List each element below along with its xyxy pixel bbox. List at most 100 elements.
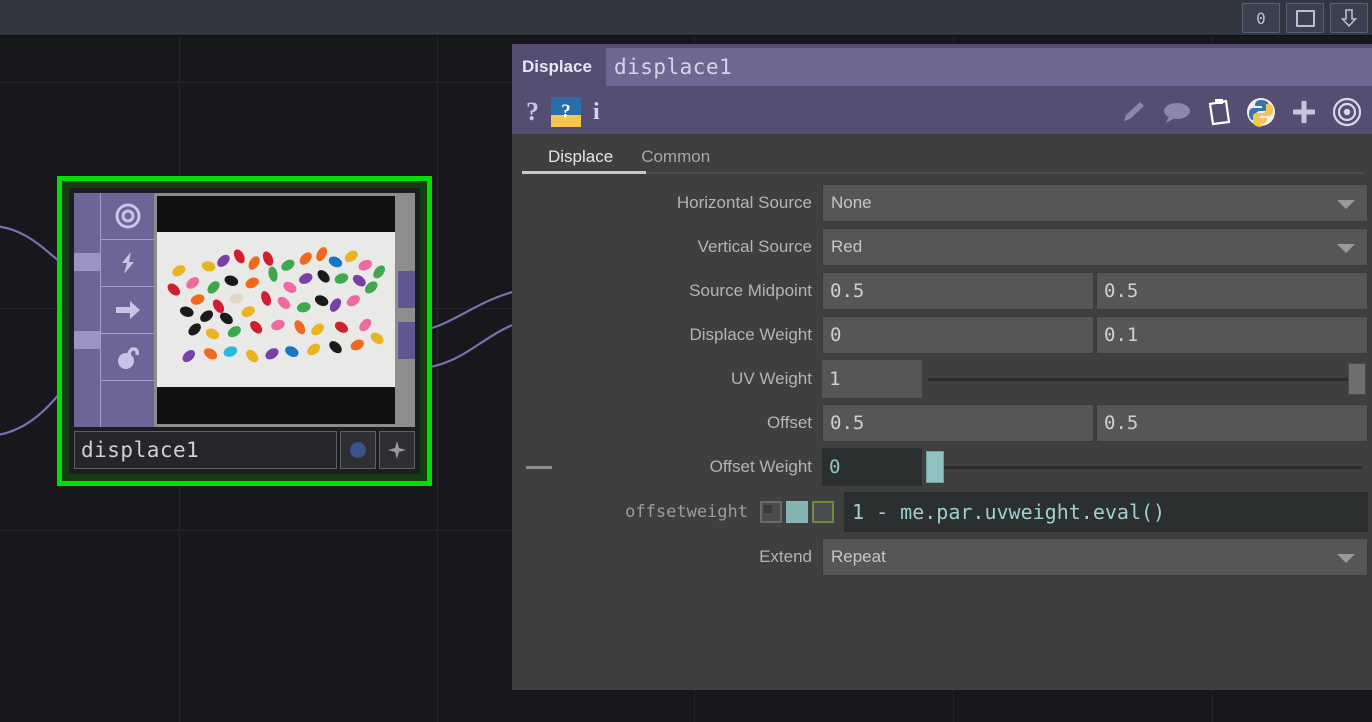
tab-common[interactable]: Common [627, 147, 724, 174]
clone-icon[interactable] [101, 334, 154, 381]
param-row-source-midpoint: Source Midpoint 0.5 0.5 [512, 272, 1372, 310]
operator-name-field[interactable]: displace1 [605, 48, 1372, 86]
uv-weight-field[interactable]: 1 [822, 360, 922, 398]
menu-value: None [831, 193, 872, 212]
render-icon[interactable] [101, 287, 154, 334]
node-selection-border: displace1 [62, 181, 427, 481]
param-row-offset: Offset 0.5 0.5 [512, 404, 1372, 442]
node-output-nub-1[interactable] [398, 271, 415, 308]
node-output-connectors[interactable] [398, 193, 415, 427]
node-name-field[interactable]: displace1 [74, 431, 337, 469]
parameter-mode-buttons [760, 501, 834, 523]
chevron-down-icon [1337, 244, 1355, 253]
viewer-icon[interactable] [101, 193, 154, 240]
parameter-rows: Horizontal Source None Vertical Source R… [512, 174, 1372, 576]
node-displace1[interactable]: displace1 [57, 176, 432, 486]
active-tab-underline [522, 171, 646, 174]
tabs-rule [522, 172, 1364, 174]
chevron-down-icon [1337, 554, 1355, 563]
param-row-displace-weight: Displace Weight 0 0.1 [512, 316, 1372, 354]
node-viewer[interactable] [154, 193, 398, 427]
node-flag-slot [74, 271, 100, 331]
param-label: Source Midpoint [689, 281, 812, 300]
node-flag-slot [74, 349, 100, 409]
expression-field[interactable]: 1 - me.par.uvweight.eval() [844, 492, 1368, 532]
offset-weight-slider[interactable] [922, 448, 1368, 486]
arrow-down-icon[interactable] [1330, 3, 1368, 33]
node-output-nub-2[interactable] [398, 322, 415, 359]
displace-weight-field-1[interactable]: 0 [822, 316, 1094, 354]
operator-type-label: Displace [522, 57, 592, 76]
slider-track [928, 466, 1362, 469]
node-body: displace1 [69, 188, 420, 474]
chevron-down-icon [1337, 200, 1355, 209]
param-row-vertical-source: Vertical Source Red [512, 228, 1372, 266]
window-square-icon[interactable] [1286, 3, 1324, 33]
constant-mode-icon[interactable] [760, 501, 782, 523]
node-input-connectors[interactable] [74, 193, 100, 427]
param-label: Displace Weight [689, 325, 812, 344]
displace-weight-field-2[interactable]: 0.1 [1096, 316, 1368, 354]
wiki-help-label: ? [561, 101, 571, 122]
node-footer: displace1 [74, 431, 415, 469]
comment-icon[interactable] [1162, 100, 1192, 124]
python-icon[interactable] [1246, 97, 1276, 127]
parameter-panel: Displace displace1 ? ? i Displace Common… [512, 44, 1372, 690]
slider-handle[interactable] [926, 451, 944, 483]
wiki-help-icon[interactable]: ? [551, 97, 581, 127]
menu-value: Red [831, 237, 863, 256]
help-icon[interactable]: ? [526, 99, 539, 125]
offset-field-2[interactable]: 0.5 [1096, 404, 1368, 442]
param-label: Extend [759, 547, 812, 566]
node-input-nub-1[interactable] [74, 253, 100, 271]
node-flag-slot [74, 193, 100, 253]
horizontal-source-menu[interactable]: None [822, 184, 1368, 222]
offset-weight-field[interactable]: 0 [822, 448, 922, 486]
touchdesigner-window: 0 displace1 Displace displace1 ? ? i Dis… [0, 0, 1372, 722]
expression-mode-icon[interactable] [786, 501, 808, 523]
extend-menu[interactable]: Repeat [822, 538, 1368, 576]
parameter-toolbar: ? ? i [512, 90, 1372, 134]
uv-weight-slider[interactable] [922, 360, 1368, 398]
parameter-tabs: Displace Common [512, 134, 1372, 174]
node-main [74, 193, 415, 427]
param-label: UV Weight [731, 369, 812, 388]
collapse-toggle-icon[interactable] [526, 465, 552, 469]
clipboard-icon[interactable] [1206, 98, 1232, 126]
slider-handle[interactable] [1348, 363, 1366, 395]
parameter-header: Displace displace1 [512, 44, 1372, 90]
frame-counter[interactable]: 0 [1242, 3, 1280, 33]
vertical-source-menu[interactable]: Red [822, 228, 1368, 266]
param-row-offset-weight: Offset Weight 0 [512, 448, 1372, 486]
param-label: Horizontal Source [676, 193, 812, 212]
jellybean-image [157, 232, 395, 388]
tab-displace[interactable]: Displace [534, 147, 627, 174]
target-icon[interactable] [1332, 97, 1362, 127]
param-label: Offset Weight [709, 457, 812, 476]
node-input-nub-2[interactable] [74, 331, 100, 349]
node-thumbnail [157, 196, 395, 424]
offset-field-1[interactable]: 0.5 [822, 404, 1094, 442]
top-bar-widgets: 0 [1242, 3, 1368, 33]
expression-param-name: offsetweight [625, 502, 748, 522]
node-flag-icons[interactable] [100, 193, 154, 427]
plus-icon[interactable] [1290, 98, 1318, 126]
source-midpoint-field-2[interactable]: 0.5 [1096, 272, 1368, 310]
node-icon-blank [101, 381, 154, 427]
param-row-horizontal-source: Horizontal Source None [512, 184, 1372, 222]
param-row-extend: Extend Repeat [512, 538, 1372, 576]
bypass-icon[interactable] [101, 240, 154, 287]
export-mode-icon[interactable] [812, 501, 834, 523]
info-icon[interactable]: i [593, 100, 600, 124]
source-midpoint-field-1[interactable]: 0.5 [822, 272, 1094, 310]
param-label: Offset [766, 413, 812, 432]
param-row-uv-weight: UV Weight 1 [512, 360, 1372, 398]
top-bar: 0 [0, 0, 1372, 36]
expression-row-offsetweight: offsetweight 1 - me.par.uvweight.eval() [512, 492, 1372, 532]
slider-track [928, 378, 1362, 381]
param-label: Vertical Source [697, 237, 812, 256]
menu-value: Repeat [831, 547, 886, 566]
star-icon[interactable] [379, 431, 415, 469]
blue-dot-icon[interactable] [340, 431, 376, 469]
pencil-icon[interactable] [1120, 99, 1148, 125]
